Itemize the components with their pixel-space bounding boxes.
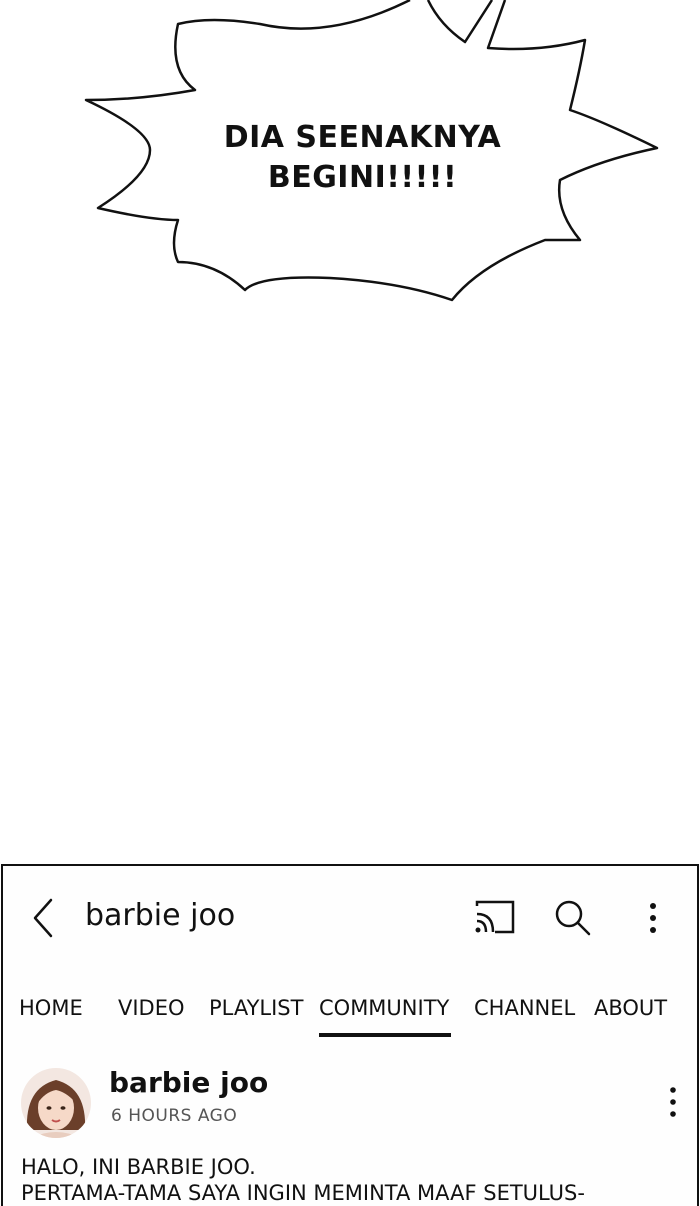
channel-title: barbie joo bbox=[85, 898, 236, 933]
chevron-left-icon bbox=[33, 898, 53, 938]
post-line-2: PERTAMA-TAMA SAYA INGIN MEMINTA MAAF SET… bbox=[21, 1181, 585, 1205]
search-button[interactable] bbox=[553, 898, 593, 938]
tab-playlist[interactable]: PLAYLIST bbox=[209, 996, 303, 1020]
back-button[interactable] bbox=[29, 896, 59, 940]
tab-video[interactable]: VIDEO bbox=[118, 996, 185, 1020]
more-options-button[interactable] bbox=[639, 898, 667, 938]
phone-screen: barbie joo HOME VIDEO PLAYLIST COMMUNITY… bbox=[1, 864, 699, 1206]
speech-line-2: BEGINI!!!!! bbox=[267, 160, 458, 195]
cast-icon bbox=[475, 900, 515, 934]
channel-tabs: HOME VIDEO PLAYLIST COMMUNITY CHANNEL AB… bbox=[3, 992, 697, 1036]
speech-bubble-text: DIA SEENAKNYA BEGINI!!!!! bbox=[190, 118, 535, 198]
tab-community[interactable]: COMMUNITY bbox=[319, 996, 449, 1020]
more-vertical-icon bbox=[650, 903, 656, 933]
post-line-1: HALO, INI BARBIE JOO. bbox=[21, 1155, 256, 1179]
avatar-image bbox=[21, 1068, 91, 1138]
cast-button[interactable] bbox=[473, 900, 517, 936]
post-timestamp: 6 HOURS AGO bbox=[111, 1106, 238, 1126]
tab-home[interactable]: HOME bbox=[19, 996, 83, 1020]
post-header: barbie joo 6 HOURS AGO bbox=[3, 1062, 697, 1142]
active-tab-indicator bbox=[319, 1033, 451, 1037]
avatar[interactable] bbox=[21, 1068, 91, 1138]
tab-channel[interactable]: CHANNEL bbox=[474, 996, 575, 1020]
post-body: HALO, INI BARBIE JOO. PERTAMA-TAMA SAYA … bbox=[21, 1154, 681, 1206]
search-icon bbox=[555, 900, 591, 936]
top-app-bar: barbie joo bbox=[3, 866, 697, 966]
more-vertical-icon bbox=[670, 1087, 676, 1117]
speech-bubble: DIA SEENAKNYA BEGINI!!!!! bbox=[0, 0, 700, 320]
tab-about[interactable]: ABOUT bbox=[594, 996, 667, 1020]
post-options-button[interactable] bbox=[665, 1084, 681, 1120]
post-author[interactable]: barbie joo bbox=[109, 1066, 268, 1099]
speech-line-1: DIA SEENAKNYA bbox=[223, 120, 502, 155]
